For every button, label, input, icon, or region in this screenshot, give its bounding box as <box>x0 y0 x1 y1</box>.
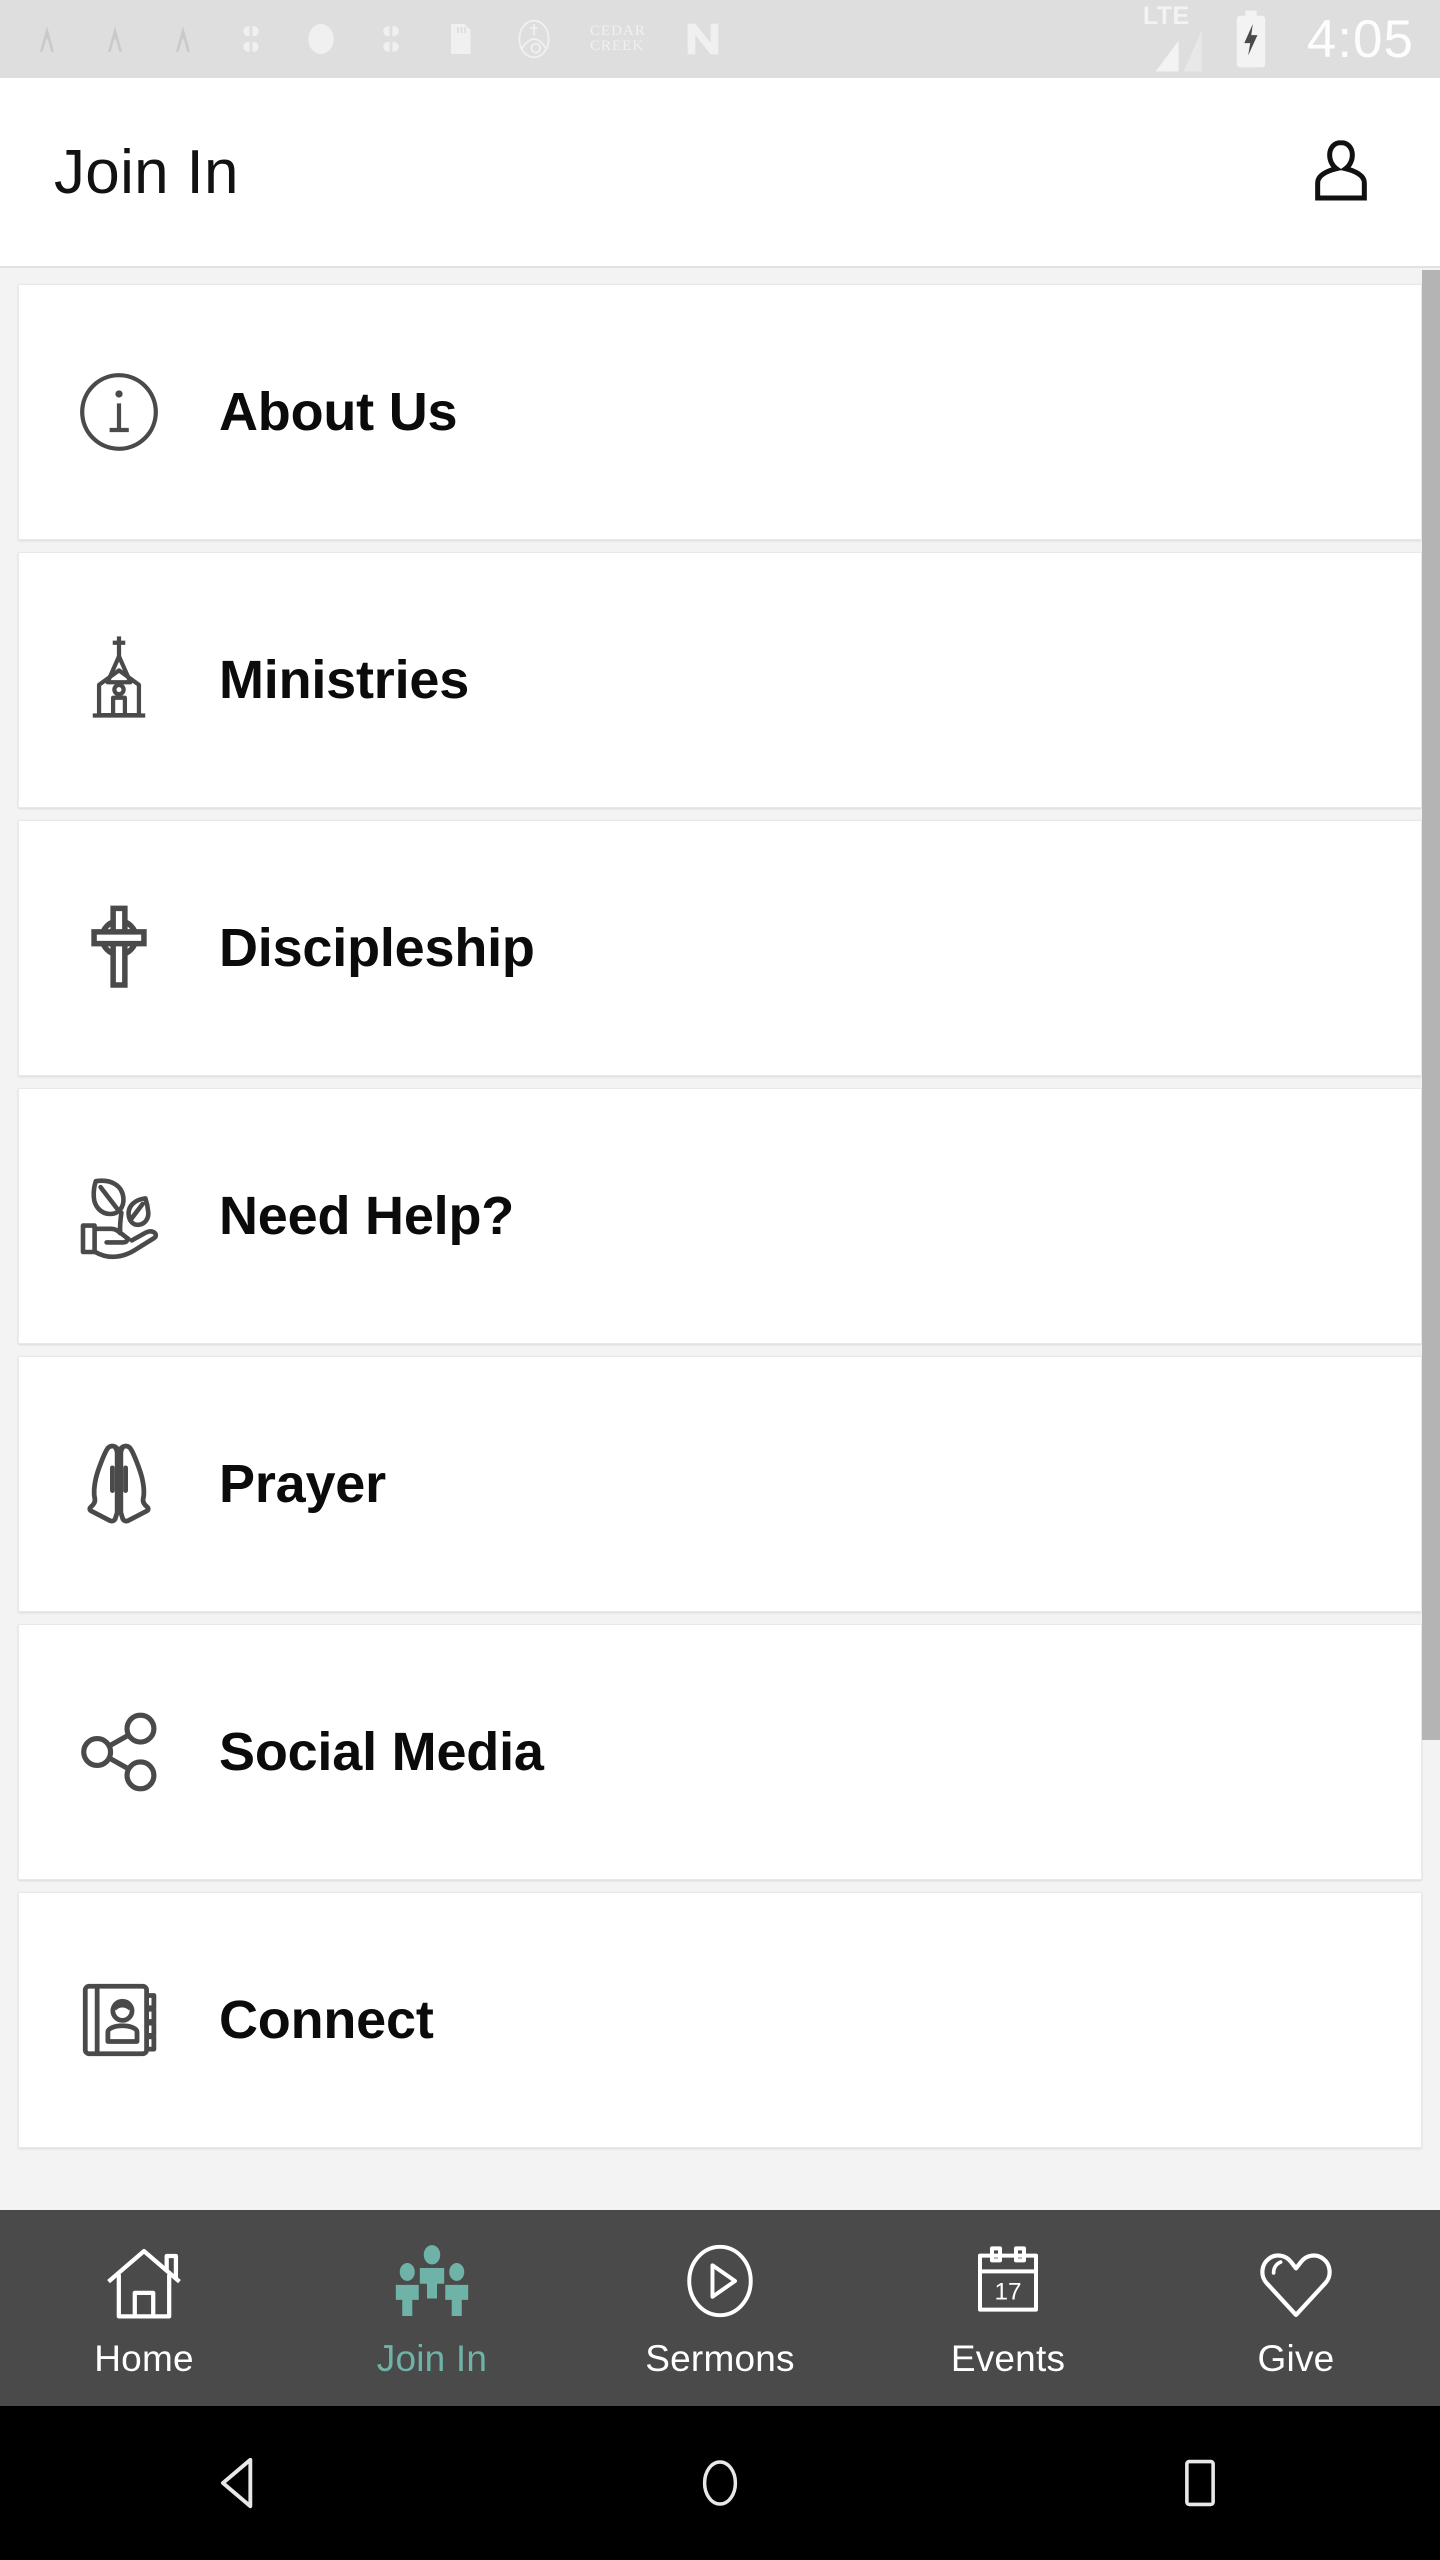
nav-tab-label: Sermons <box>645 2338 795 2379</box>
people-group-icon <box>389 2236 475 2322</box>
nav-tab-join-in[interactable]: Join In <box>288 2210 576 2406</box>
menu-item-label: About Us <box>219 382 458 442</box>
status-bar: CEDAR CREEK LTE 4:05 <box>0 0 1440 78</box>
nav-tab-label: Join In <box>376 2338 488 2379</box>
scrollbar-thumb[interactable] <box>1422 270 1440 1740</box>
menu-item-discipleship[interactable]: Discipleship <box>18 820 1422 1076</box>
nav-tab-events[interactable]: 17 Events <box>864 2210 1152 2406</box>
recents-square-icon <box>1185 2459 1215 2507</box>
house-icon <box>101 2236 187 2322</box>
nav-tab-label: Events <box>950 2338 1066 2379</box>
battery-charging-icon <box>1236 10 1266 68</box>
menu-item-need-help[interactable]: Need Help? <box>18 1088 1422 1344</box>
cross-icon <box>19 878 219 1018</box>
menu-item-label: Discipleship <box>219 918 535 978</box>
nav-tab-home[interactable]: Home <box>0 2210 288 2406</box>
heart-icon <box>1254 2236 1338 2322</box>
nav-tab-give[interactable]: Give <box>1152 2210 1440 2406</box>
share-network-icon <box>19 1682 219 1822</box>
cedar-creek-wordmark-icon: CEDAR CREEK <box>590 23 646 54</box>
menu-item-connect[interactable]: Connect <box>18 1892 1422 2148</box>
page-title: Join In <box>54 137 239 207</box>
play-circle-icon <box>679 2236 761 2322</box>
menu-item-about-us[interactable]: About Us <box>18 284 1422 540</box>
nav-tab-sermons[interactable]: Sermons <box>576 2210 864 2406</box>
church-icon <box>19 610 219 750</box>
hand-sprout-icon <box>19 1146 219 1286</box>
android-recents-button[interactable] <box>960 2452 1440 2514</box>
puzzle-icon <box>383 26 399 52</box>
nextdoor-n-icon <box>687 23 719 55</box>
menu-list[interactable]: About Us Ministries Discipleship Need He… <box>0 270 1440 2210</box>
puzzle-icon <box>243 26 259 52</box>
home-circle-icon <box>702 2460 738 2506</box>
back-triangle-icon <box>221 2457 253 2509</box>
app-bar: Join In <box>0 78 1440 268</box>
menu-item-label: Social Media <box>219 1722 544 1782</box>
sd-card-icon <box>451 24 471 54</box>
phone-screen: CEDAR CREEK LTE 4:05 Join In About Us Mi… <box>0 0 1440 2560</box>
info-circle-icon <box>19 342 219 482</box>
calendar-day-number: 17 <box>994 2279 1021 2306</box>
menu-item-label: Ministries <box>219 650 470 710</box>
signal-tower-faint-icon <box>175 26 191 52</box>
menu-item-label: Need Help? <box>219 1186 515 1246</box>
android-home-button[interactable] <box>480 2452 960 2514</box>
profile-person-icon <box>1315 140 1367 201</box>
clock-label: 4:05 <box>1306 9 1414 69</box>
circle-icon <box>308 23 334 55</box>
status-bar-indicators: LTE 4:05 <box>1143 4 1414 74</box>
nav-tab-label: Give <box>1257 2338 1335 2379</box>
menu-item-label: Prayer <box>219 1454 386 1514</box>
network-type-label: LTE <box>1142 2 1190 30</box>
android-navigation-bar <box>0 2406 1440 2560</box>
signal-bars-icon: LTE <box>1143 4 1209 74</box>
menu-item-ministries[interactable]: Ministries <box>18 552 1422 808</box>
vertical-scrollbar[interactable] <box>1422 270 1440 2210</box>
church-logo-icon <box>518 19 550 59</box>
android-back-button[interactable] <box>0 2452 480 2514</box>
menu-item-social-media[interactable]: Social Media <box>18 1624 1422 1880</box>
signal-tower-faint-icon <box>39 26 55 52</box>
profile-button[interactable] <box>1286 117 1396 227</box>
menu-item-label: Connect <box>219 1990 434 2050</box>
signal-tower-faint-icon <box>107 26 123 52</box>
status-bar-notifications: CEDAR CREEK <box>30 15 1143 63</box>
address-book-icon <box>19 1950 219 2090</box>
praying-hands-icon <box>19 1414 219 1554</box>
nav-tab-label: Home <box>94 2338 194 2379</box>
bottom-navigation: Home Join In Sermons 17 Events Give <box>0 2210 1440 2406</box>
calendar-icon: 17 <box>968 2236 1048 2322</box>
menu-item-prayer[interactable]: Prayer <box>18 1356 1422 1612</box>
